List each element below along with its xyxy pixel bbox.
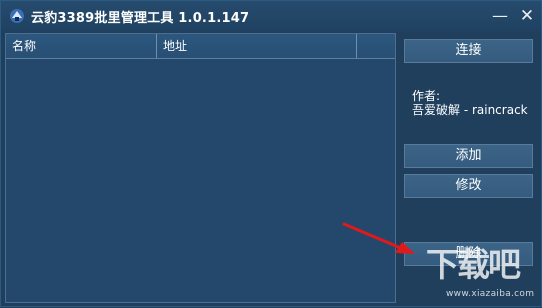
column-header-address[interactable]: 地址	[157, 34, 357, 58]
connect-button[interactable]: 连接	[404, 39, 533, 63]
author-name: 吾爱破解 - raincrack	[412, 103, 528, 117]
add-button[interactable]: 添加	[404, 144, 533, 168]
title-bar: 云豹3389批里管理工具 1.0.1.147 — ✕	[1, 1, 541, 31]
server-list[interactable]: 名称 地址	[5, 33, 396, 303]
app-logo-icon	[9, 8, 25, 24]
close-icon[interactable]: ✕	[518, 7, 536, 25]
watermark-main: 下载吧	[426, 245, 521, 284]
author-info: 作者: 吾爱破解 - raincrack	[412, 89, 528, 117]
app-window: 云豹3389批里管理工具 1.0.1.147 — ✕ 名称 地址 连接 作者: …	[0, 0, 542, 307]
minimize-icon[interactable]: —	[491, 7, 509, 25]
column-header-extra[interactable]	[357, 34, 395, 58]
author-label: 作者:	[412, 89, 441, 103]
watermark-url: www.xiazaiba.com	[446, 289, 535, 299]
watermark: 下载吧 www.xiazaiba.com	[426, 246, 541, 308]
edit-button[interactable]: 修改	[404, 174, 533, 198]
list-header: 名称 地址	[6, 34, 395, 59]
window-title: 云豹3389批里管理工具 1.0.1.147	[31, 11, 250, 26]
column-header-name[interactable]: 名称	[6, 34, 157, 58]
